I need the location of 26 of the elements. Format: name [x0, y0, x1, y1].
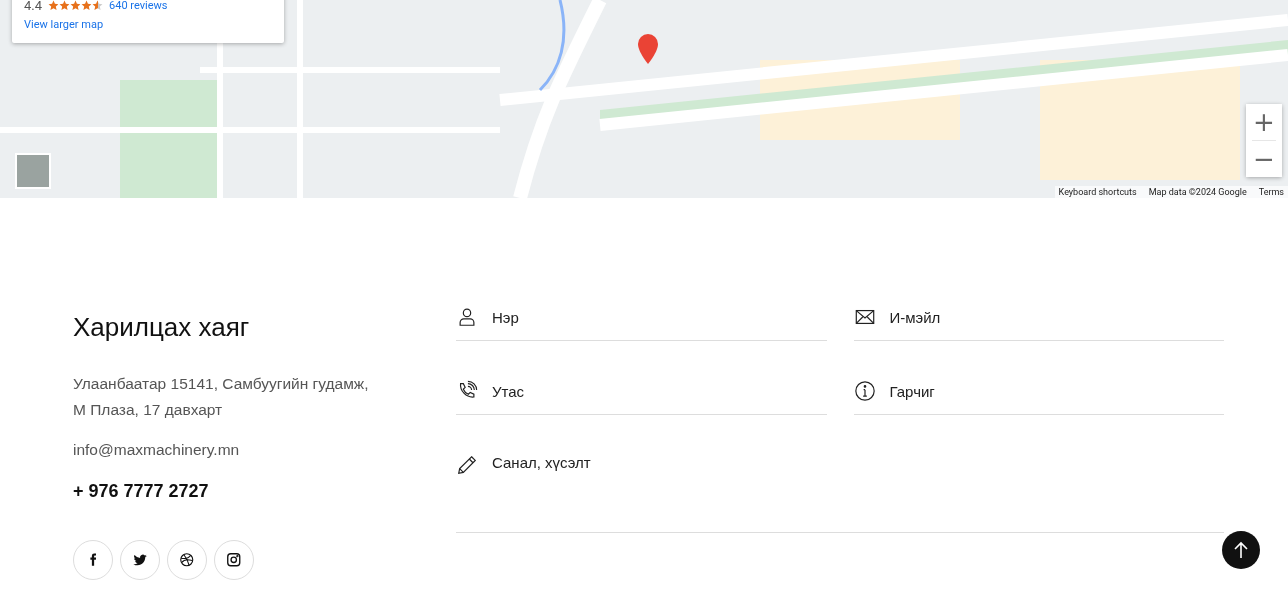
- attribution-link[interactable]: Map data ©2024 Google: [1148, 187, 1247, 197]
- view-larger-map-link[interactable]: View larger map: [24, 18, 104, 31]
- facebook-f-icon: [89, 553, 97, 567]
- scroll-to-top-button[interactable]: [1222, 531, 1260, 569]
- address-text: Улаанбаатар 15141, Самбуугийн гудамж, М Плаза, 17 давхарт: [73, 374, 370, 420]
- attribution-link[interactable]: Terms: [1258, 187, 1284, 197]
- person-icon: [456, 306, 478, 328]
- rating-value: 4.4: [24, 0, 43, 13]
- pencil-icon: [456, 454, 478, 476]
- bird-icon: [132, 554, 148, 566]
- email-text: info@maxmachinery.mn: [73, 441, 241, 459]
- zoom-in-button[interactable]: +: [1246, 104, 1282, 140]
- reviews-link[interactable]: 640 reviews: [109, 0, 168, 12]
- basketball-icon: [180, 553, 194, 567]
- input-field[interactable]: Утас: [492, 382, 827, 400]
- input-field[interactable]: Нэр: [492, 308, 827, 326]
- arrow-up-icon: [1233, 541, 1249, 559]
- camera-icon: [227, 553, 241, 567]
- info-icon: [853, 380, 876, 402]
- attribution-link[interactable]: Keyboard shortcuts: [1058, 187, 1137, 197]
- section-title: Харилцах хаяг: [73, 311, 251, 343]
- zoom-out-button[interactable]: −: [1246, 141, 1282, 177]
- input-field[interactable]: Гарчиг: [889, 382, 1224, 400]
- message-field[interactable]: Санал, хүсэлт: [492, 454, 1224, 471]
- input-field[interactable]: И-мэйл: [889, 308, 1224, 326]
- phone-number: + 976 7777 2727: [73, 481, 210, 502]
